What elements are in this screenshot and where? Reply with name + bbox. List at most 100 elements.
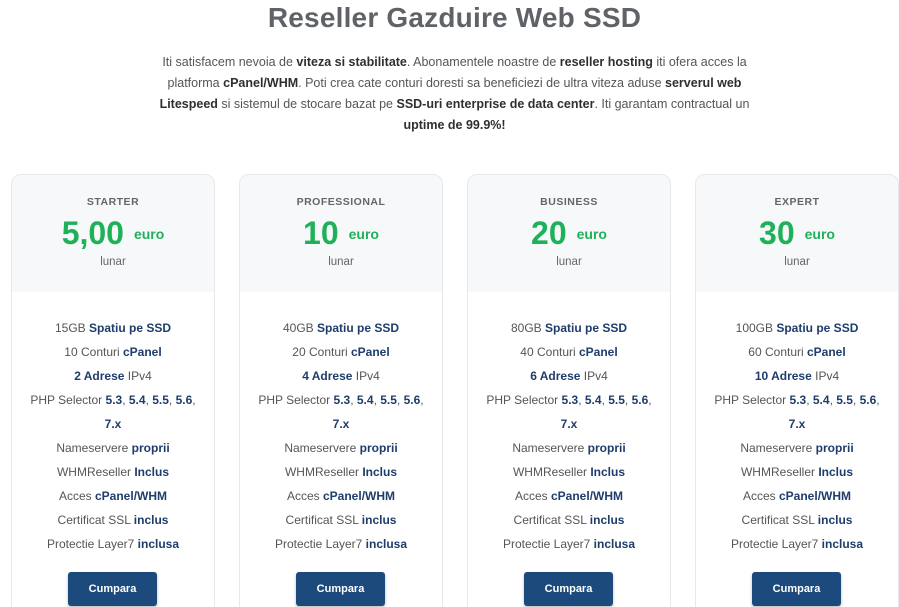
intro-highlight: SSD-uri enterprise de data center [396,97,595,111]
feature-label: , [648,393,652,407]
feature-label: 10 Conturi [64,345,123,359]
feature-item: 100GB Spatiu pe SSD [696,316,898,340]
feature-item: Nameservere proprii [12,436,214,460]
feature-item: Nameservere proprii [240,436,442,460]
feature-value: 5.5 [836,393,853,407]
feature-label: IPv4 [583,369,608,383]
feature-item: WHMReseller Inclus [468,460,670,484]
feature-item: PHP Selector 5.3, 5.4, 5.5, 5.6, 7.x [468,388,670,436]
intro-text: Iti satisfacem nevoia de [162,55,297,69]
feature-item: Acces cPanel/WHM [12,484,214,508]
feature-item: WHMReseller Inclus [696,460,898,484]
price-currency: euro [133,225,165,242]
plan-price: 10 [303,215,339,251]
feature-value: inclusa [821,537,864,551]
buy-button-business[interactable]: Cumpara [524,572,613,606]
pricing-card-expert: EXPERT 30 euro lunar 100GB Spatiu pe SSD 60 C… [695,174,899,607]
feature-label: , [806,393,813,407]
intro-text: . Abonamentele noastre de [406,55,560,69]
feature-item: Protectie Layer7 inclusa [240,532,442,556]
feature-item: 60 Conturi cPanel [696,340,898,364]
feature-label: PHP Selector [714,393,790,407]
page-title: Reseller Gazduire Web SSD [267,2,642,33]
intro-highlight: reseller hosting [559,55,653,69]
price-currency: euro [804,225,835,242]
feature-label: WHMReseller [284,465,363,479]
feature-item: 40GB Spatiu pe SSD [240,316,442,340]
plan-name: EXPERT [774,196,820,208]
intro-text: si sistemul de stocare bazat pe [217,97,397,111]
card-header: STARTER 5,00 euro lunar [12,175,214,292]
feature-label: PHP Selector [30,393,106,407]
feature-item: 2 Adrese IPv4 [12,364,214,388]
price-row: 20 euro [468,215,670,252]
plan-name: PROFESSIONAL [296,196,386,208]
feature-value: 5.3 [789,393,807,407]
feature-value: 5.6 [631,393,649,407]
feature-label: Certificat SSL [741,513,818,527]
feature-label: Protectie Layer7 [502,537,594,551]
billing-period: lunar [784,256,810,268]
feature-value: 10 Adrese [754,369,816,383]
feature-item: Acces cPanel/WHM [240,484,442,508]
feature-value: 4 Adrese [302,369,356,383]
pricing-card-business: BUSINESS 20 euro lunar 80GB Spatiu pe SSD 40 … [467,174,671,607]
feature-item: PHP Selector 5.3, 5.4, 5.5, 5.6, 7.x [696,388,898,436]
feature-item: 4 Adrese IPv4 [240,364,442,388]
feature-value: 5.4 [812,393,830,407]
feature-item: PHP Selector 5.3, 5.4, 5.5, 5.6, 7.x [240,388,442,436]
feature-value: 5.6 [859,393,877,407]
feature-value: proprii [359,441,398,455]
feature-value: inclusa [137,537,180,551]
feature-value: 5.3 [333,393,351,407]
feature-label: 80GB [510,321,545,335]
feature-list: 15GB Spatiu pe SSD 10 Conturi cPanel 2 Adr… [12,292,214,556]
feature-value: cPanel/WHM [95,489,168,503]
price-currency: euro [576,225,607,242]
feature-item: Protectie Layer7 inclusa [696,532,898,556]
buy-button-expert[interactable]: Cumpara [752,572,841,606]
price-row: 10 euro [240,215,442,252]
feature-label: 20 Conturi [292,345,351,359]
feature-value: cPanel [123,345,162,359]
feature-value: 5.4 [356,393,374,407]
buy-button-starter[interactable]: Cumpara [68,572,157,606]
feature-label: , [396,393,404,407]
feature-item: WHMReseller Inclus [240,460,442,484]
feature-label: , [624,393,632,407]
feature-label: 15GB [54,321,89,335]
feature-value: 6 Adrese [530,369,584,383]
feature-item: 20 Conturi cPanel [240,340,442,364]
buy-button-professional[interactable]: Cumpara [296,572,385,606]
feature-value: cPanel/WHM [779,489,852,503]
feature-value: proprii [131,441,170,455]
feature-value: inclus [361,513,397,527]
plan-price: 20 [531,215,567,251]
card-header: PROFESSIONAL 10 euro lunar [240,175,442,292]
feature-item: Certificat SSL inclus [12,508,214,532]
feature-value: Spatiu pe SSD [776,321,859,335]
feature-value: 5.6 [175,393,193,407]
feature-value: 5.4 [128,393,146,407]
feature-value: 5.3 [105,393,123,407]
billing-period: lunar [328,256,354,268]
feature-label: , [122,393,129,407]
feature-value: 2 Adrese [74,369,128,383]
billing-period: lunar [100,256,126,268]
feature-label: PHP Selector [486,393,562,407]
feature-label: , [876,393,880,407]
price-row: 30 euro [696,215,898,252]
feature-value: Inclus [362,465,398,479]
feature-item: Protectie Layer7 inclusa [468,532,670,556]
feature-label: Acces [286,489,323,503]
feature-label: , [578,393,585,407]
feature-label: Certificat SSL [285,513,362,527]
feature-label: , [192,393,196,407]
feature-value: Inclus [134,465,170,479]
feature-item: WHMReseller Inclus [12,460,214,484]
feature-value: 5.6 [403,393,421,407]
feature-label: Protectie Layer7 [730,537,822,551]
feature-label: Protectie Layer7 [46,537,138,551]
feature-item: Acces cPanel/WHM [696,484,898,508]
feature-value: proprii [815,441,854,455]
